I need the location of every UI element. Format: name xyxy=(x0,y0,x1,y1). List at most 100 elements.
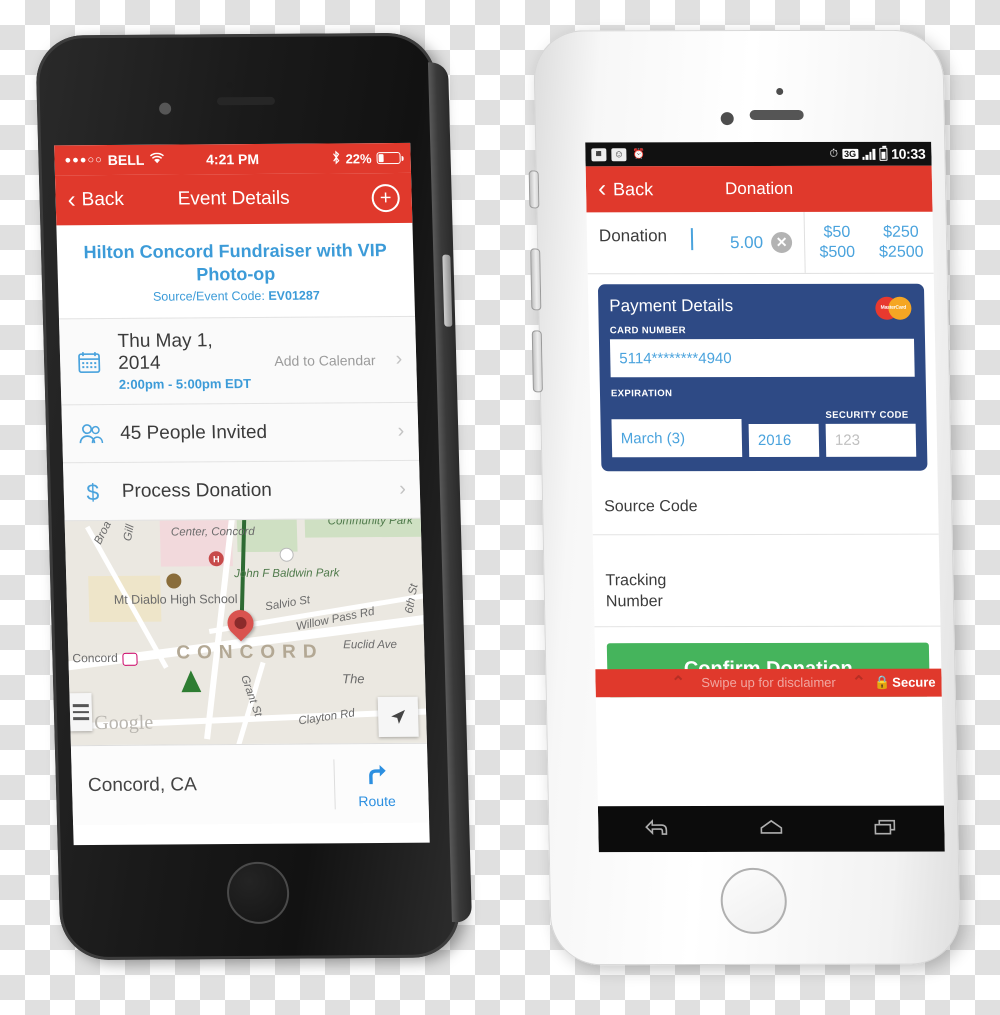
preset-amount-button[interactable]: $50 xyxy=(805,222,869,242)
chevron-left-icon: ‹ xyxy=(67,186,77,214)
clear-x-icon[interactable]: ✕ xyxy=(770,231,793,253)
payment-details-heading: Payment Details xyxy=(609,296,734,316)
hospital-marker-icon: H xyxy=(208,551,224,567)
battery-icon xyxy=(878,147,888,161)
ios-nav-bar: ‹ Back Event Details + xyxy=(54,172,413,226)
donation-amount-field[interactable]: 5.00 ✕ xyxy=(692,211,806,274)
row-process-donation[interactable]: $ Process Donation › xyxy=(62,459,421,521)
map-label: Salvio St xyxy=(264,594,312,614)
event-code-label: Source/Event Code: xyxy=(152,288,266,304)
message-icon: ☺ xyxy=(611,147,627,161)
invited-count-label: 45 People Invited xyxy=(119,421,268,444)
row-date-text: Thu May 1, 2014 2:00pm - 5:00pm EDT xyxy=(117,330,261,392)
calendar-icon xyxy=(74,350,105,374)
route-button[interactable]: Route xyxy=(333,758,413,809)
back-button-label: Back xyxy=(81,188,125,211)
security-code-input[interactable]: 123 xyxy=(825,423,917,457)
map-label: Concord xyxy=(72,650,119,666)
recents-softkey[interactable] xyxy=(871,815,902,842)
people-icon xyxy=(76,422,107,446)
earpiece-speaker xyxy=(749,109,804,121)
add-event-button[interactable]: + xyxy=(371,184,401,213)
google-watermark: Google xyxy=(93,711,154,735)
back-button-label: Back xyxy=(612,178,654,199)
home-softkey[interactable] xyxy=(756,815,787,842)
expiration-month-value: March (3) xyxy=(620,429,686,447)
expiration-label: EXPIRATION xyxy=(610,388,673,400)
lock-icon: 🔒 xyxy=(873,674,891,690)
alarm-icon: ⏱ xyxy=(829,147,839,160)
route-arrow-icon xyxy=(362,758,391,791)
map-label: 6th St xyxy=(403,582,421,615)
home-button[interactable] xyxy=(720,867,788,934)
carrier-label: BELL xyxy=(107,151,145,169)
back-softkey[interactable] xyxy=(641,816,672,843)
event-title: Hilton Concord Fundraiser with VIP Photo… xyxy=(83,240,387,284)
battery-percent-label: 22% xyxy=(345,150,372,166)
expiration-year-select[interactable]: 2016 xyxy=(748,423,820,458)
network-type-label: 3G xyxy=(841,148,859,159)
battery-icon xyxy=(376,152,401,165)
map-tree-icon xyxy=(181,670,202,692)
tracking-number-field[interactable]: Tracking Number xyxy=(592,534,941,628)
right-phone-screen: ◾ ☺ ⏰ ⏱ 3G 10:33 ‹ Back Donation Donatio… xyxy=(585,141,945,853)
source-code-field[interactable]: Source Code xyxy=(591,482,939,536)
map-locate-button[interactable] xyxy=(377,696,419,738)
left-phone-device: ●●●○○ BELL 4:21 PM 22% ‹ Back Event Deta… xyxy=(35,32,472,961)
proximity-sensor-icon xyxy=(776,87,784,96)
donation-label: Donation xyxy=(598,226,668,246)
map-label: Center, Concord xyxy=(170,525,255,539)
android-status-bar: ◾ ☺ ⏰ ⏱ 3G 10:33 xyxy=(585,141,932,167)
right-phone-volume-down-button[interactable] xyxy=(531,330,543,393)
card-number-input[interactable]: 5114********4940 xyxy=(609,338,915,378)
preset-amount-button[interactable]: $250 xyxy=(869,222,933,242)
process-donation-label: Process Donation xyxy=(121,479,273,502)
image-icon: ◾ xyxy=(591,147,607,161)
chevron-left-icon: ‹ xyxy=(597,175,607,203)
back-button[interactable]: ‹ Back xyxy=(67,186,125,214)
donation-amount-value: 5.00 xyxy=(729,232,764,252)
row-invited[interactable]: 45 People Invited › xyxy=(61,401,420,463)
event-date: Thu May 1, 2014 xyxy=(117,330,213,374)
disclaimer-footer[interactable]: ⌃ Swipe up for disclaimer ⌃ 🔒 Secure xyxy=(595,668,942,698)
map-label: Mt Diablo High School xyxy=(113,592,238,607)
earpiece-speaker xyxy=(216,96,276,106)
add-to-calendar-label[interactable]: Add to Calendar xyxy=(274,352,376,369)
map-transit-icon xyxy=(122,652,138,666)
svg-text:$: $ xyxy=(86,479,100,505)
map-city-label: CONCORD xyxy=(176,641,324,664)
map-label: John F Baldwin Park xyxy=(233,567,340,581)
event-code: Source/Event Code: EV01287 xyxy=(58,288,415,318)
front-camera-icon xyxy=(720,112,734,126)
chevron-up-mark-icon: ⌃ xyxy=(851,672,867,692)
android-soft-keys xyxy=(597,805,945,853)
map-view[interactable]: Center, Concord Community Park John F Ba… xyxy=(64,517,427,746)
source-code-label: Source Code xyxy=(603,498,698,516)
android-clock: 10:33 xyxy=(890,145,926,162)
tracking-number-label: Tracking Number xyxy=(605,571,667,611)
expiration-year-value: 2016 xyxy=(757,431,792,449)
security-code-label: SECURITY CODE xyxy=(825,409,909,421)
preset-amount-button[interactable]: $2500 xyxy=(869,242,933,262)
chevron-up-mark-icon: ⌃ xyxy=(670,672,686,692)
row-date[interactable]: Thu May 1, 2014 2:00pm - 5:00pm EDT Add … xyxy=(58,315,418,405)
map-label: Euclid Ave xyxy=(343,638,398,652)
home-button[interactable] xyxy=(226,861,290,925)
preset-amount-button[interactable]: $500 xyxy=(805,242,869,262)
right-phone-mute-switch[interactable] xyxy=(528,170,540,209)
right-phone-volume-up-button[interactable] xyxy=(530,248,542,311)
secure-label: Secure xyxy=(892,674,936,690)
expiration-month-select[interactable]: March (3) xyxy=(611,419,743,458)
chevron-right-icon: › xyxy=(397,419,405,442)
map-label: Community Park xyxy=(327,517,413,528)
wifi-icon xyxy=(149,152,164,167)
event-time: 2:00pm - 5:00pm EDT xyxy=(118,376,252,392)
signal-bars-icon xyxy=(862,148,876,160)
chevron-right-icon: › xyxy=(395,347,403,370)
ios-status-bar: ●●●○○ BELL 4:21 PM 22% xyxy=(54,142,412,176)
map-label: Clayton Rd xyxy=(297,707,356,728)
card-number-label: CARD NUMBER xyxy=(609,325,687,337)
back-button[interactable]: ‹ Back xyxy=(597,175,654,203)
map-label: Broa xyxy=(92,519,114,547)
map-menu-button[interactable] xyxy=(69,693,93,732)
